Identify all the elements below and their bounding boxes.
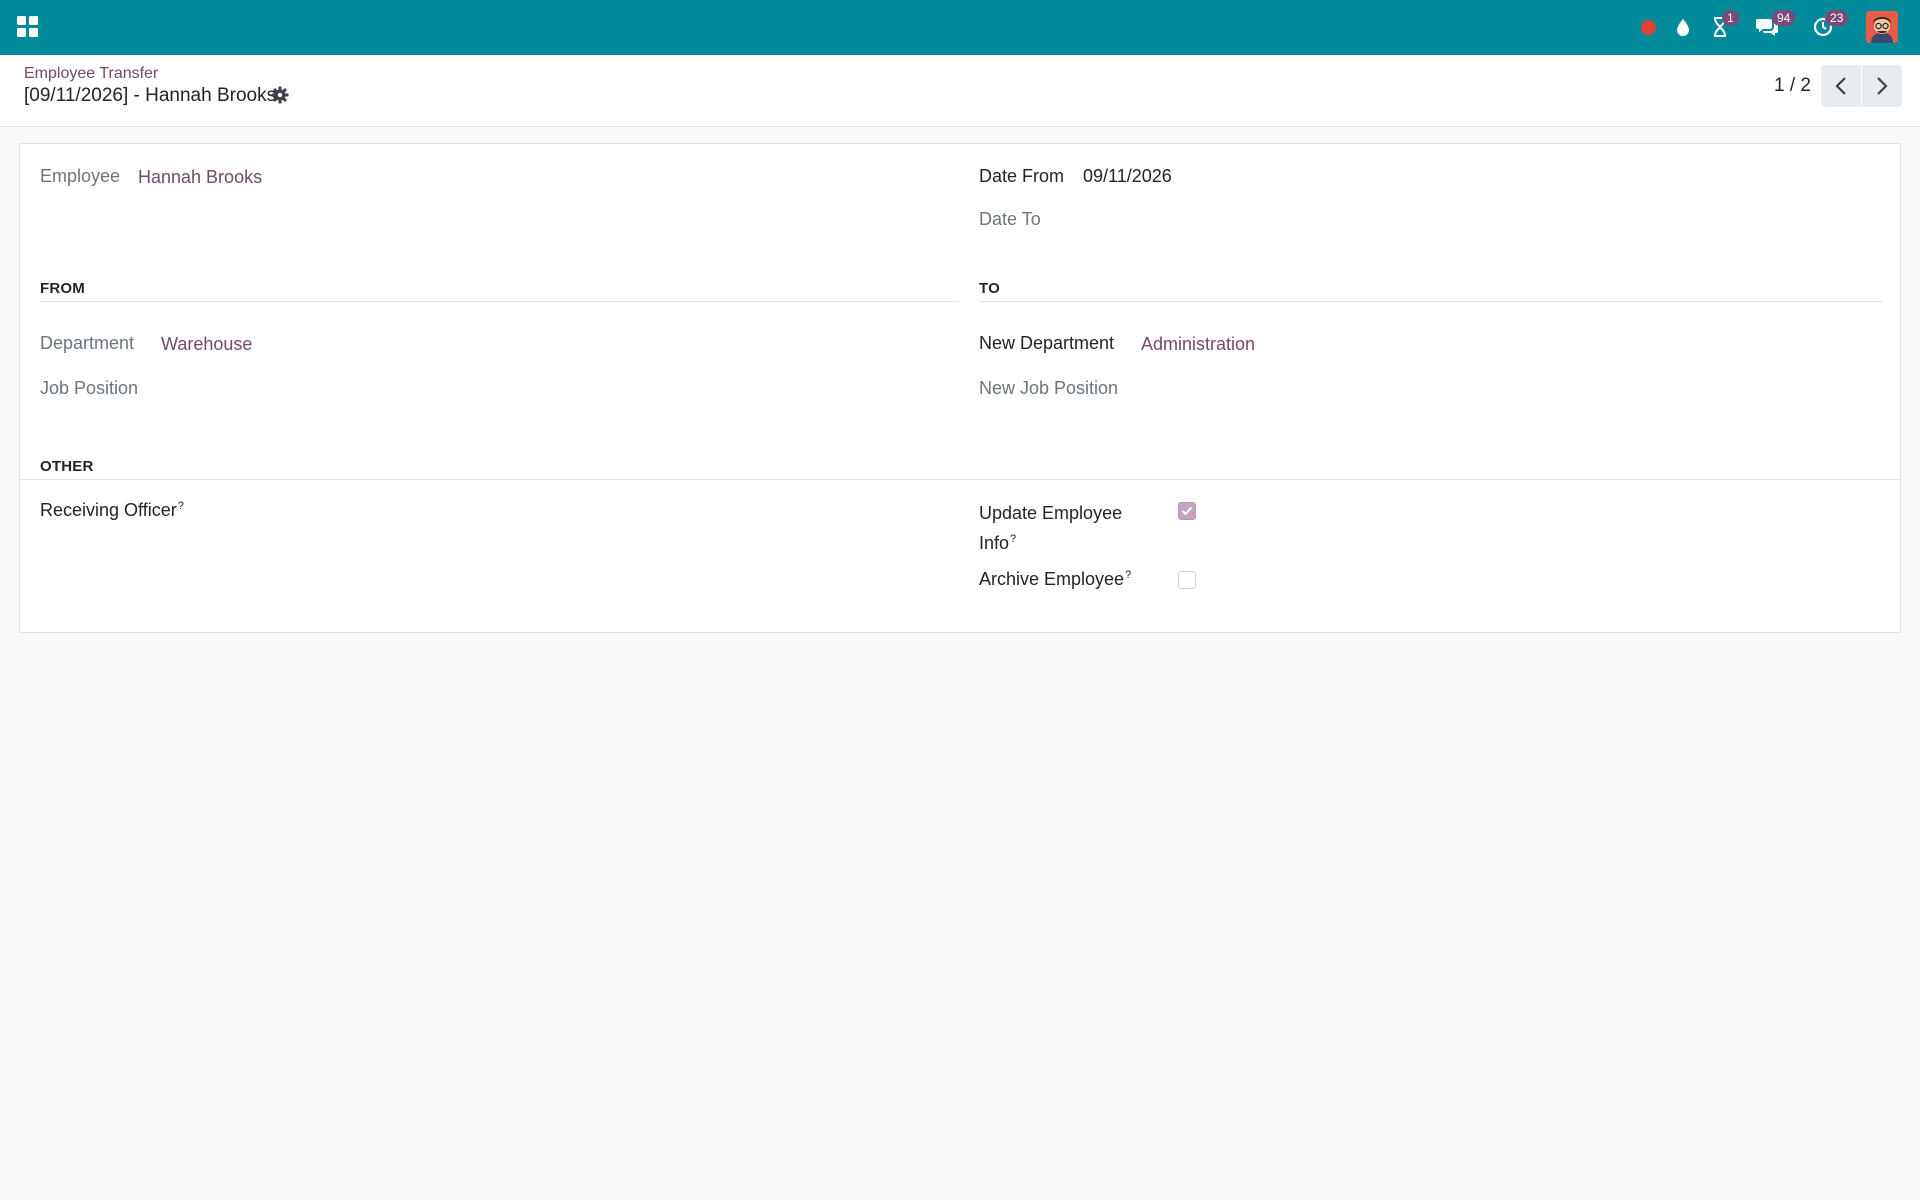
gear-icon[interactable] <box>271 86 289 104</box>
user-avatar[interactable] <box>1866 11 1898 43</box>
new-job-position-field[interactable] <box>1141 378 1441 400</box>
record-title: [09/11/2026] - Hannah Brooks <box>24 85 277 106</box>
water-drop-icon[interactable] <box>1672 13 1694 41</box>
from-section-title: FROM <box>40 280 85 297</box>
record-dot-icon[interactable] <box>1638 13 1658 41</box>
new-department-field[interactable]: Administration <box>1141 334 1255 355</box>
to-section-title: TO <box>979 280 1000 297</box>
to-section-divider <box>979 301 1882 302</box>
top-navbar: 1 94 23 <box>0 0 1920 55</box>
new-job-position-label: New Job Position <box>979 378 1119 398</box>
receiving-officer-field[interactable] <box>220 500 520 522</box>
activities-count-badge: 1 <box>1722 10 1739 26</box>
pager-previous-button[interactable] <box>1821 65 1861 107</box>
update-employee-info-label: Update Employee Info? <box>979 503 1123 553</box>
employee-label: Employee <box>40 166 121 186</box>
breadcrumb-employee-transfer[interactable]: Employee Transfer <box>24 65 158 83</box>
pager-value[interactable]: 1 / 2 <box>1774 75 1811 97</box>
archive-employee-checkbox[interactable] <box>1178 571 1196 589</box>
job-position-label: Job Position <box>40 378 139 398</box>
receiving-officer-label: Receiving Officer? <box>40 500 184 520</box>
apps-grid-icon[interactable] <box>16 15 40 39</box>
form-sheet: Employee Hannah Brooks Date From 09/11/2… <box>19 143 1901 633</box>
department-label: Department <box>40 333 135 353</box>
receiving-officer-help[interactable]: ? <box>178 500 184 512</box>
other-section-title: OTHER <box>40 458 94 475</box>
archive-employee-help[interactable]: ? <box>1125 569 1131 581</box>
job-position-field[interactable] <box>161 378 461 400</box>
employee-field[interactable]: Hannah Brooks <box>138 167 262 188</box>
pager-next-button[interactable] <box>1862 65 1902 107</box>
messages-count-badge: 94 <box>1772 10 1796 26</box>
department-field[interactable]: Warehouse <box>161 334 252 355</box>
clock-menu[interactable]: 23 <box>1811 10 1849 41</box>
messages-menu[interactable]: 94 <box>1754 10 1796 41</box>
clock-count-badge: 23 <box>1825 10 1849 26</box>
update-employee-info-help[interactable]: ? <box>1010 533 1016 545</box>
activities-menu[interactable]: 1 <box>1708 10 1739 41</box>
update-employee-info-checkbox[interactable] <box>1178 502 1196 520</box>
date-to-label: Date To <box>979 209 1041 229</box>
chevron-right-icon <box>1877 77 1888 95</box>
other-section-divider <box>20 479 1900 480</box>
archive-employee-label: Archive Employee? <box>979 569 1132 589</box>
date-from-field[interactable]: 09/11/2026 <box>1083 166 1172 187</box>
new-department-label: New Department <box>979 333 1115 353</box>
date-from-label: Date From <box>979 166 1065 186</box>
date-to-field[interactable] <box>1083 209 1383 231</box>
checkmark-icon <box>1181 506 1193 516</box>
chevron-left-icon <box>1835 77 1846 95</box>
control-panel: Employee Transfer [09/11/2026] - Hannah … <box>0 55 1920 127</box>
from-section-divider <box>40 301 959 302</box>
